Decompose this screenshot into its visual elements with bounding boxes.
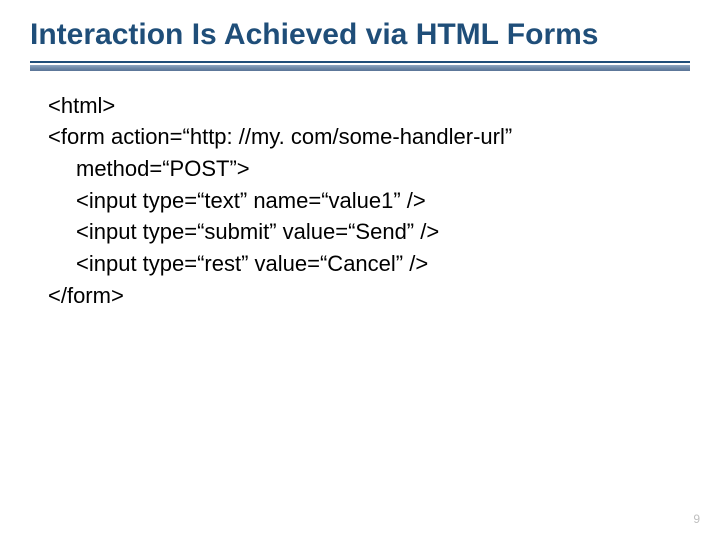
code-line-input-submit: <input type=“submit” value=“Send” /> [48, 217, 690, 247]
code-line-form-close: </form> [48, 281, 690, 311]
code-line-form-open-2: method=“POST”> [48, 154, 690, 184]
slide-number: 9 [693, 512, 700, 526]
code-line-html-open: <html> [48, 91, 690, 121]
slide: Interaction Is Achieved via HTML Forms <… [0, 0, 720, 540]
title-area: Interaction Is Achieved via HTML Forms [0, 0, 720, 53]
rule-thin [30, 61, 690, 63]
code-line-input-text: <input type=“text” name=“value1” /> [48, 186, 690, 216]
code-line-input-rest: <input type=“rest” value=“Cancel” /> [48, 249, 690, 279]
slide-title: Interaction Is Achieved via HTML Forms [30, 18, 690, 53]
body-area: <html> <form action=“http: //my. com/som… [0, 71, 720, 311]
title-rule [30, 61, 690, 71]
code-line-form-open-1: <form action=“http: //my. com/some-handl… [48, 122, 690, 152]
